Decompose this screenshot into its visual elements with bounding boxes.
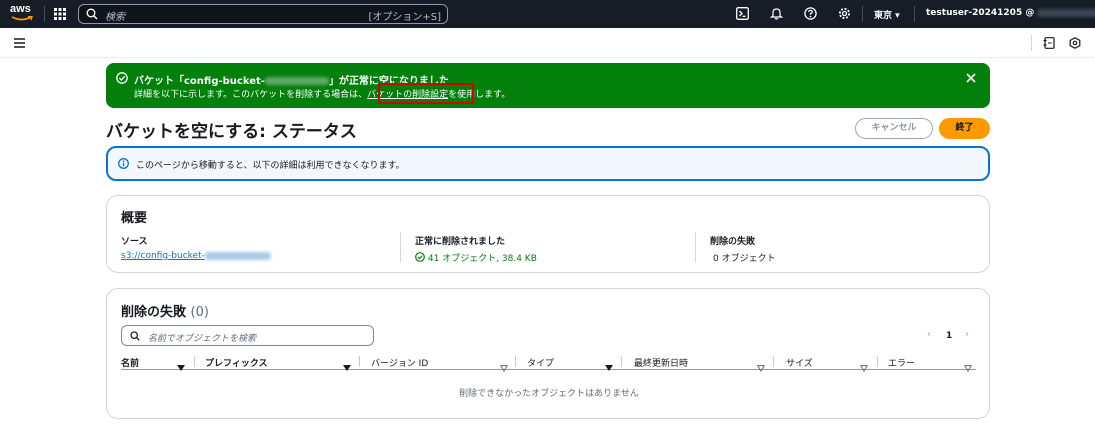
divider [914,6,915,22]
check-circle-icon [415,252,425,262]
caret-down-icon: ▾ [895,11,900,21]
redacted-account-id [1037,8,1095,17]
failed-value: 0 オブジェクト [713,254,776,264]
success-value: 41 オブジェクト, 38.4 KB [415,252,537,264]
failures-count: (0) [190,305,209,320]
sort-icon[interactable] [859,357,869,376]
failures-title-text: 削除の失敗 [121,305,187,320]
divider [44,6,45,22]
redacted-bucket-suffix [204,251,271,260]
column-header-prefix[interactable]: プレフィックス [205,356,268,369]
failures-container: 削除の失敗 (0) 名前でオブジェクトを検索 ‹ 1 › 名前 プレフィックス … [106,288,990,419]
cloudshell-icon[interactable] [736,7,749,20]
global-search-input[interactable]: 検索 [オプション+S] [78,4,448,24]
previous-page-icon[interactable]: ‹ [927,329,931,340]
account-label: testuser-20241205 @ [926,8,1035,18]
column-header-last-modified[interactable]: 最終更新日時 [634,356,688,369]
top-navigation: aws 検索 [オプション+S] 東京 ▾ testuser-20241205 … [0,0,1095,28]
grid-icon[interactable] [54,8,66,20]
sort-icon[interactable] [499,357,509,376]
failures-title: 削除の失敗 (0) [121,301,209,320]
empty-table-message: 削除できなかったオブジェクトはありません [459,389,639,399]
source-label: ソース [121,237,148,247]
bell-icon[interactable] [770,7,783,20]
success-column: 正常に削除されました 41 オブジェクト, 38.4 KB [415,234,537,264]
gear-icon[interactable] [838,7,851,20]
success-label: 正常に削除されました [415,237,506,247]
search-icon [130,331,140,341]
sort-descending-icon[interactable] [605,357,613,376]
source-link-text: s3://config-bucket- [121,251,205,261]
close-icon[interactable] [966,73,976,83]
redacted-bucket-suffix [264,77,329,85]
flash-title-prefix: バケット「config-bucket- [134,76,265,87]
column-divider [515,356,516,367]
info-text: このページから移動すると、以下の詳細は利用できなくなります。 [136,161,405,171]
info-alert: このページから移動すると、以下の詳細は利用できなくなります。 [106,146,990,181]
divider [1031,35,1032,51]
region-label: 東京 [874,11,893,21]
flash-body-prefix: 詳細を以下に示します。このバケットを削除する場合は、 [134,90,368,100]
check-circle-icon [116,72,128,84]
aws-logo-text: aws [10,3,31,15]
column-header-version-id[interactable]: バージョン ID [371,356,428,369]
done-button[interactable]: 終了 [939,118,990,139]
help-icon[interactable] [804,7,817,20]
column-header-error[interactable]: エラー [888,356,915,369]
source-link[interactable]: s3://config-bucket- [121,251,271,261]
summary-title: 概要 [121,211,148,226]
page-title: バケットを空にする: ステータス [106,122,357,142]
highlight-box [378,83,474,104]
search-shortcut: [オプション+S] [368,12,441,23]
divider [862,6,863,22]
column-divider [773,356,774,367]
column-divider [194,356,195,367]
sort-descending-icon[interactable] [343,357,351,376]
failed-column: 削除の失敗 0 オブジェクト [710,234,776,264]
secondary-toolbar [0,28,1095,58]
next-page-icon[interactable]: › [965,329,969,340]
sort-icon[interactable] [963,357,973,376]
failed-label: 削除の失敗 [710,237,756,247]
column-divider [621,356,622,367]
column-divider [695,232,696,262]
column-header-type[interactable]: タイプ [527,356,554,369]
table-header: 名前 プレフィックス バージョン ID タイプ 最終更新日時 サイズ エラー [121,352,976,372]
sort-icon[interactable] [756,357,766,376]
search-icon [86,8,98,20]
menu-icon[interactable] [14,38,25,48]
column-divider [877,356,878,367]
column-divider [359,356,360,367]
hexagon-settings-icon[interactable] [1069,37,1081,49]
search-placeholder: 検索 [105,12,125,23]
notes-icon[interactable] [1043,37,1055,49]
success-value-text: 41 オブジェクト, 38.4 KB [427,254,537,264]
column-header-name[interactable]: 名前 [121,356,139,369]
aws-logo[interactable]: aws [10,4,34,24]
success-flashbar: バケット「config-bucket- 」が正常に空になりました 詳細を以下に示し… [106,63,990,108]
account-menu[interactable]: testuser-20241205 @ ▾ [926,8,1095,18]
info-icon [118,158,129,169]
sort-descending-icon[interactable] [177,357,185,376]
object-search-placeholder: 名前でオブジェクトを検索 [148,334,257,344]
object-search-input[interactable]: 名前でオブジェクトを検索 [121,325,374,346]
summary-container: 概要 ソース s3://config-bucket- 正常に削除されました 41… [106,195,990,273]
column-header-size[interactable]: サイズ [786,356,813,369]
page-number[interactable]: 1 [946,331,952,341]
column-divider [400,232,401,262]
region-selector[interactable]: 東京 ▾ [874,8,900,21]
source-column: ソース s3://config-bucket- [121,234,271,261]
cancel-button[interactable]: キャンセル [855,118,933,139]
